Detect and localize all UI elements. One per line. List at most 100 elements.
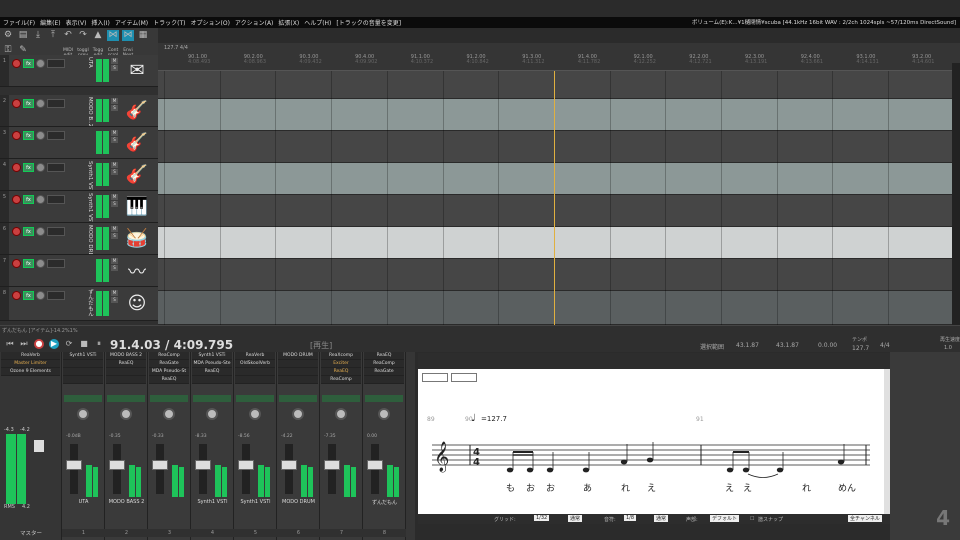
fx-slot[interactable]: Exciter (321, 360, 361, 368)
fx-button[interactable]: fx (23, 259, 34, 268)
menu-edit[interactable]: 編集(E) (40, 18, 60, 27)
solo-button[interactable]: S (111, 201, 118, 207)
envelope-button[interactable] (47, 99, 65, 108)
channel-name[interactable]: MODO BASS 2 (105, 499, 148, 505)
track-icon[interactable]: 🎹 (122, 194, 152, 219)
record-arm-button[interactable] (12, 227, 21, 236)
master-fader[interactable] (34, 440, 44, 452)
voice-select[interactable]: デフォルト (710, 515, 740, 522)
selection-end[interactable]: 43.1.87 (776, 342, 799, 349)
fx-slot[interactable] (63, 376, 103, 384)
volume-fader[interactable] (367, 460, 383, 470)
mute-button[interactable]: M (111, 290, 118, 296)
play-button[interactable]: ▶ (49, 339, 59, 349)
go-end-icon[interactable]: ⏭ (19, 339, 29, 349)
stop-icon[interactable]: ■ (79, 339, 89, 349)
fx-slot[interactable]: Synth1 VSTi (192, 352, 232, 360)
solo-button[interactable]: S (111, 233, 118, 239)
volume-fader[interactable] (195, 460, 211, 470)
record-arm-button[interactable] (12, 195, 21, 204)
track-icon[interactable]: 🎸 (122, 98, 152, 123)
pan-knob[interactable] (292, 408, 304, 420)
pan-knob[interactable] (206, 408, 218, 420)
solo-button[interactable]: S (111, 105, 118, 111)
menu-help[interactable]: ヘルプ(H) (304, 18, 331, 27)
grid-select[interactable]: 1/32 (534, 515, 550, 521)
channel-name[interactable]: MODO DRUM (277, 499, 320, 505)
channel-select[interactable]: 全チャンネル (848, 515, 882, 522)
grid-icon[interactable]: ▦ (137, 30, 149, 41)
track-header[interactable]: 2 fx MODO B..2 M S 🎸 (0, 95, 158, 127)
volume-fader[interactable] (281, 460, 297, 470)
record-arm-button[interactable] (12, 99, 21, 108)
track-icon[interactable]: ☺ (122, 290, 152, 317)
channel-name[interactable]: Synth1 VSTi (191, 499, 234, 505)
solo-button[interactable]: S (111, 169, 118, 175)
solo-button[interactable]: S (111, 137, 118, 143)
arrange-view[interactable] (158, 71, 952, 325)
pan-knob[interactable] (378, 408, 390, 420)
fx-slot[interactable]: MODO BASS 2 (106, 352, 146, 360)
fx-bar[interactable] (64, 395, 102, 402)
io-button[interactable] (36, 291, 45, 300)
io-button[interactable] (36, 163, 45, 172)
mute-button[interactable]: M (111, 226, 118, 232)
fx-slot[interactable] (63, 360, 103, 368)
fx-slot[interactable] (63, 368, 103, 376)
track-name[interactable] (86, 255, 94, 286)
metronome-icon[interactable]: ▲ (92, 30, 104, 41)
fx-slot[interactable]: ReaVerb (235, 352, 275, 360)
fx-slot[interactable]: ReaComp (321, 376, 361, 384)
record-arm-button[interactable] (12, 259, 21, 268)
fx-slot[interactable] (106, 368, 146, 376)
vertical-scrollbar[interactable] (952, 63, 960, 325)
rate-value[interactable]: 1.0 (944, 345, 952, 351)
fx-button[interactable]: fx (23, 59, 34, 68)
mute-button[interactable]: M (111, 194, 118, 200)
track-name[interactable]: MODO DRL (86, 223, 94, 254)
selection-start[interactable]: 43.1.87 (736, 342, 759, 349)
volume-fader[interactable] (238, 460, 254, 470)
menu-view[interactable]: 表示(V) (66, 18, 87, 27)
menu-track[interactable]: トラック(T) (153, 18, 185, 27)
track-header[interactable]: 8 fx ずんだもん M S ☺ (0, 287, 158, 321)
fx-button[interactable]: fx (23, 291, 34, 300)
score-view[interactable]: 89 90 =127.7 91 𝄞 4 4 ♩ もおおあれえええれめん (418, 369, 890, 514)
undo-icon[interactable]: ↶ (62, 30, 74, 41)
master-fx-slot[interactable]: Ozone 9 Elements (1, 368, 60, 376)
solo-button[interactable]: S (111, 265, 118, 271)
pan-knob[interactable] (163, 408, 175, 420)
envelope-button[interactable] (47, 163, 65, 172)
redo-icon[interactable]: ↷ (77, 30, 89, 41)
menu-extensions[interactable]: 拡張(X) (278, 18, 299, 27)
fx-button[interactable]: fx (23, 131, 34, 140)
envelope-button[interactable] (47, 291, 65, 300)
fx-button[interactable]: fx (23, 227, 34, 236)
volume-fader[interactable] (109, 460, 125, 470)
menu-options[interactable]: オプション(O) (191, 18, 230, 27)
pan-knob[interactable] (249, 408, 261, 420)
download-icon[interactable]: ⤓ (32, 30, 44, 41)
master-fx-slot[interactable]: Master Limiter (1, 360, 60, 368)
solo-button[interactable]: S (111, 65, 118, 71)
io-button[interactable] (36, 59, 45, 68)
track-name[interactable]: Synth1 VSTi (86, 159, 94, 190)
time-signature[interactable]: 4/4 (880, 342, 890, 349)
fx-slot[interactable] (278, 376, 318, 384)
pan-knob[interactable] (77, 408, 89, 420)
envelope-button[interactable] (47, 59, 65, 68)
fx-slot[interactable] (235, 376, 275, 384)
pause-icon[interactable]: ⏸ (94, 339, 104, 349)
fx-slot[interactable] (278, 368, 318, 376)
fx-slot[interactable]: MODO DRUM (278, 352, 318, 360)
fx-slot[interactable]: ReaComp (364, 360, 404, 368)
envelope-button[interactable] (47, 131, 65, 140)
menu-actions[interactable]: アクション(A) (235, 18, 274, 27)
envelope-button[interactable] (47, 195, 65, 204)
track-name[interactable]: MODO B..2 (86, 95, 94, 126)
snap-checkbox[interactable]: ☐ (750, 516, 754, 522)
length-type-select[interactable]: 通常 (654, 515, 669, 522)
master-fx-slot[interactable]: ReaVerb (1, 352, 60, 360)
track-icon[interactable]: ✉ (122, 58, 152, 83)
fx-slot[interactable]: ReaEQ (149, 376, 189, 384)
